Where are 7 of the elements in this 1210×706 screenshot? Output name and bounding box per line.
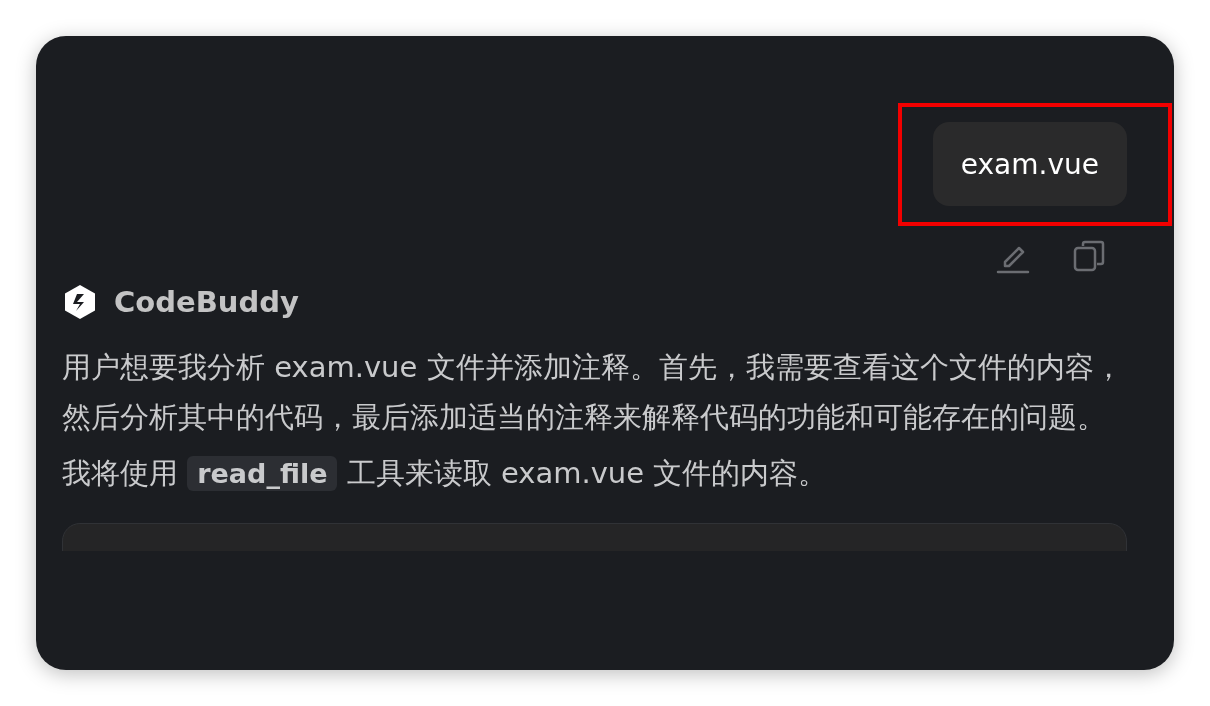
assistant-name: CodeBuddy bbox=[114, 285, 299, 319]
message-text: 用户想要我分析 exam.vue 文件并添加注释。首先，我需要查看这个文件的内容，然后分析其中的代码，最后添加适当的注释来解释代码的功能和可能存在的问题。 bbox=[62, 349, 1124, 436]
logo-icon bbox=[62, 284, 98, 320]
message-bubble: exam.vue bbox=[932, 122, 1127, 206]
inline-code: read_file bbox=[187, 456, 338, 491]
message-text: 我将使用 read_file 工具来读取 exam.vue 文件的内容。 bbox=[62, 455, 829, 493]
copy-icon[interactable] bbox=[1071, 238, 1107, 274]
